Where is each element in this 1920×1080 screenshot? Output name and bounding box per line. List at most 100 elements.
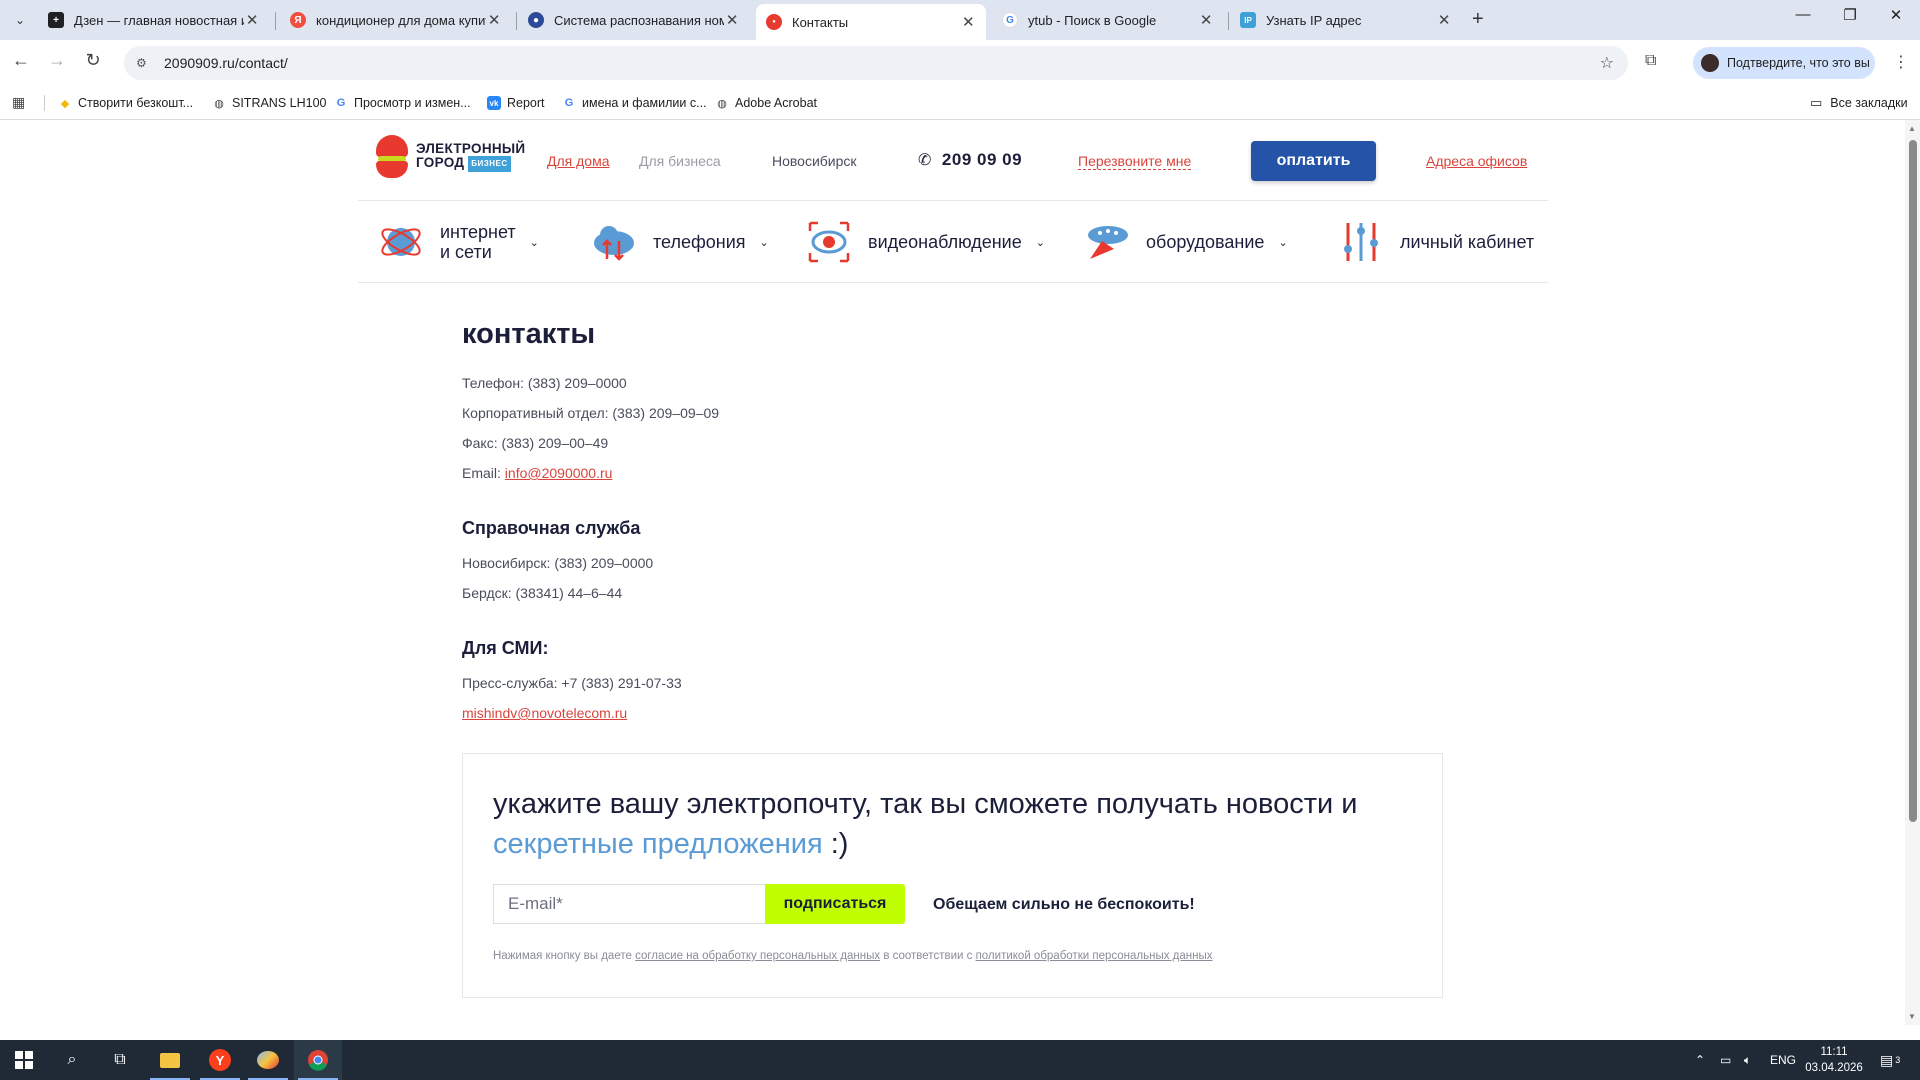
system-clock[interactable]: 11:11 03.04.2026 xyxy=(1800,1044,1868,1076)
tab-favicon-icon: IP xyxy=(1240,12,1256,28)
tab-close-icon[interactable]: ✕ xyxy=(1436,11,1452,29)
forward-arrow-icon[interactable]: → xyxy=(44,50,70,71)
header-phone[interactable]: ✆ 209 09 09 xyxy=(918,150,1022,170)
language-indicator[interactable]: ENG xyxy=(1770,1040,1796,1080)
reload-icon[interactable]: ↻ xyxy=(80,50,106,71)
tab-label: Дзен — главная новостная ин xyxy=(74,12,245,28)
nav-cabinet[interactable]: личный кабинет xyxy=(1338,201,1534,283)
offices-link[interactable]: Адреса офисов xyxy=(1426,153,1527,169)
pay-button[interactable]: оплатить xyxy=(1251,141,1376,181)
google-icon: G xyxy=(564,97,574,109)
phone-number: 209 09 09 xyxy=(941,150,1023,169)
bookmark-item[interactable]: vk Report xyxy=(487,86,545,120)
city-selector[interactable]: Новосибирск xyxy=(772,153,857,169)
link-for-business[interactable]: Для бизнеса xyxy=(639,153,721,169)
notifications-icon[interactable]: ▤ 3 xyxy=(1880,1040,1900,1080)
browser-tab-active[interactable]: ● Контакты ✕ xyxy=(756,4,986,40)
yandex-browser-icon[interactable]: Y xyxy=(196,1040,244,1080)
consent-link[interactable]: согласие на обработку персональных данны… xyxy=(635,950,880,962)
folder-icon: ▭ xyxy=(1810,95,1823,110)
bookmark-item[interactable]: ◆ Створити безкошт... xyxy=(58,86,193,120)
nav-label: оборудование xyxy=(1146,232,1265,252)
bookmark-label: имена и фамилии с... xyxy=(582,96,707,110)
task-view-icon[interactable]: ⧉ xyxy=(96,1040,144,1080)
email-link[interactable]: info@2090000.ru xyxy=(505,465,613,481)
bookmark-label: Adobe Acrobat xyxy=(735,96,818,110)
windows-start-icon[interactable] xyxy=(0,1040,48,1080)
phone-icon: ✆ xyxy=(918,152,932,169)
atom-icon xyxy=(381,228,421,256)
browser-tab[interactable]: + Дзен — главная новостная ин ✕ xyxy=(38,4,270,36)
eye-camera-icon xyxy=(808,221,850,263)
browser-tab[interactable]: Я кондиционер для дома купить ✕ xyxy=(280,4,512,36)
tab-favicon-icon: Я xyxy=(290,12,306,28)
nav-equipment[interactable]: оборудование ⌄ xyxy=(1084,201,1288,283)
policy-link[interactable]: политикой обработки персональных данных xyxy=(976,950,1213,962)
bookmark-item[interactable]: ◍ SITRANS LH100 xyxy=(212,86,326,120)
bookmark-item[interactable]: G Просмотр и измен... xyxy=(334,86,471,120)
all-bookmarks-button[interactable]: ▭ Все закладки xyxy=(1810,86,1908,120)
new-tab-plus-icon[interactable]: + xyxy=(1472,8,1484,31)
nav-video[interactable]: видеонаблюдение ⌄ xyxy=(806,201,1045,283)
address-bar[interactable]: ⚙ 2090909.ru/contact/ ☆ xyxy=(124,46,1628,80)
kebab-menu-icon[interactable]: ⋮ xyxy=(1893,52,1909,72)
bookmark-item[interactable]: G имена и фамилии с... xyxy=(562,86,707,120)
nav-label: видеонаблюдение xyxy=(868,232,1022,252)
tab-close-icon[interactable]: ✕ xyxy=(961,13,976,31)
google-icon: G xyxy=(336,97,346,109)
apps-grid-icon[interactable]: ▦ xyxy=(12,94,25,111)
extensions-puzzle-icon[interactable]: ⧉ xyxy=(1645,52,1656,70)
close-window-icon[interactable]: ✕ xyxy=(1873,6,1919,24)
search-icon[interactable]: ⌕ xyxy=(48,1040,96,1080)
subscribe-button[interactable]: подписаться xyxy=(765,884,905,924)
press-email-link[interactable]: mishindv@novotelecom.ru xyxy=(462,705,627,721)
tab-close-icon[interactable]: ✕ xyxy=(1198,11,1214,29)
chevron-down-icon: ⌄ xyxy=(529,236,539,249)
link-for-home[interactable]: Для дома xyxy=(547,153,610,169)
tab-favicon-icon: G xyxy=(1002,12,1018,28)
globe-icon: ◍ xyxy=(214,97,224,110)
profile-label: Подтвердите, что это вы xyxy=(1727,56,1870,70)
email-input[interactable] xyxy=(493,884,765,924)
browser-toolbar: ← → ↻ ⚙ 2090909.ru/contact/ ☆ ⧉ Подтверд… xyxy=(0,40,1920,86)
file-explorer-icon[interactable] xyxy=(146,1040,194,1080)
tab-search-chevron-icon[interactable]: ⌄ xyxy=(8,8,32,32)
site-info-icon[interactable]: ⚙ xyxy=(136,56,152,70)
browser-tab[interactable]: IP Узнать IP адрес ✕ xyxy=(1230,4,1462,36)
site-logo[interactable]: ЭЛЕКТРОННЫЙ ГОРОД БИЗНЕС xyxy=(376,135,525,179)
nav-telephony[interactable]: телефония ⌄ xyxy=(591,201,769,283)
scroll-down-icon[interactable]: ▼ xyxy=(1908,1012,1916,1021)
bookmark-star-icon[interactable]: ☆ xyxy=(1600,53,1614,73)
tab-close-icon[interactable]: ✕ xyxy=(486,11,502,29)
page-scrollbar[interactable]: ▲ ▼ xyxy=(1905,120,1920,1025)
url-text: 2090909.ru/contact/ xyxy=(164,55,288,71)
tab-favicon-icon: + xyxy=(48,12,64,28)
sliders-icon xyxy=(1344,223,1378,261)
tray-chevron-up-icon[interactable]: ⌃ xyxy=(1695,1040,1705,1080)
main-navigation: интернет и сети ⌄ телефония ⌄ видеонаблюд… xyxy=(358,201,1548,283)
minimize-icon[interactable]: — xyxy=(1780,6,1826,23)
tab-close-icon[interactable]: ✕ xyxy=(724,11,740,29)
browser-tab[interactable]: ● Система распознавания номе ✕ xyxy=(518,4,750,36)
scroll-up-icon[interactable]: ▲ xyxy=(1908,124,1916,133)
globe-icon: ◍ xyxy=(717,97,727,110)
bookmark-item[interactable]: ◍ Adobe Acrobat xyxy=(715,86,817,120)
tab-close-icon[interactable]: ✕ xyxy=(244,11,260,29)
network-icon[interactable]: ▭ xyxy=(1720,1040,1731,1080)
callback-link[interactable]: Перезвоните мне xyxy=(1078,153,1192,170)
subscribe-promise: Обещаем сильно не беспокоить! xyxy=(933,896,1195,913)
consent-text: Нажимая кнопку вы даете согласие на обра… xyxy=(493,950,1213,962)
subscribe-highlight: секретные предложения xyxy=(493,828,823,860)
nav-internet[interactable]: интернет и сети ⌄ xyxy=(378,201,539,283)
back-arrow-icon[interactable]: ← xyxy=(8,50,34,71)
profile-button[interactable]: Подтвердите, что это вы xyxy=(1693,47,1875,79)
logo-badge: БИЗНЕС xyxy=(468,156,511,172)
volume-icon[interactable]: 🔈︎ xyxy=(1744,1040,1751,1080)
paint-app-icon[interactable] xyxy=(244,1040,292,1080)
chrome-icon[interactable] xyxy=(294,1040,342,1080)
scrollbar-thumb[interactable] xyxy=(1909,140,1917,822)
browser-tab[interactable]: G ytub - Поиск в Google ✕ xyxy=(992,4,1224,36)
vk-icon: vk xyxy=(487,96,501,110)
restore-icon[interactable]: ❐ xyxy=(1827,6,1873,24)
bookmark-label: Створити безкошт... xyxy=(78,96,194,110)
